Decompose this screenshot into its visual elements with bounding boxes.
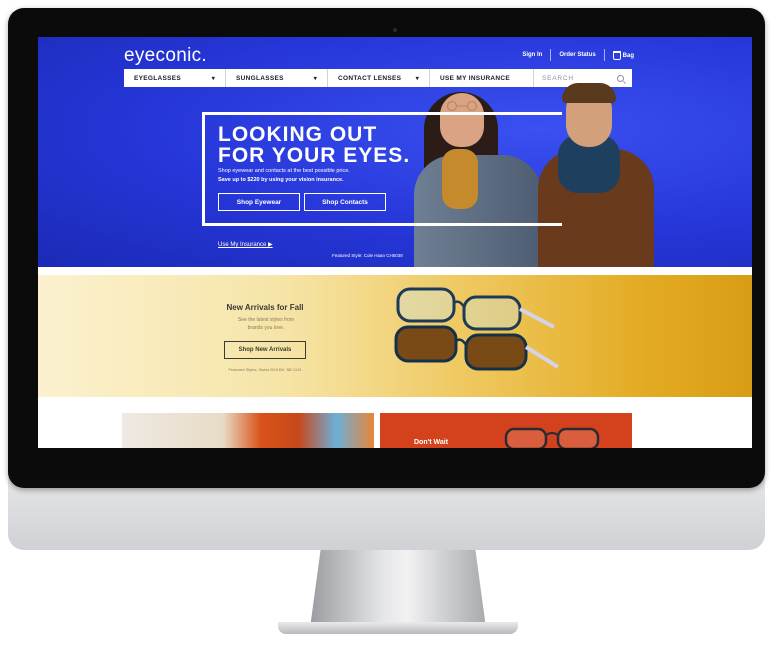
nav-sunglasses-label: SUNGLASSES [236,74,284,82]
bag-label: Bag [622,52,634,59]
search-placeholder: SEARCH [542,74,574,82]
promo-tile-left[interactable] [122,413,374,448]
top-links: Sign In Order Status Bag [522,49,634,61]
shop-contacts-button[interactable]: Shop Contacts [304,193,386,211]
shop-new-arrivals-button[interactable]: Shop New Arrivals [224,341,306,359]
chevron-down-icon: ▾ [313,75,317,82]
fall-subtitle: See the latest styles from brands you lo… [218,316,314,332]
eyeglasses-product-image [394,287,560,371]
divider [603,49,605,61]
camera-dot [393,28,397,32]
sign-in-link[interactable]: Sign In [522,52,542,58]
nav-use-my-insurance-label: USE MY INSURANCE [440,74,511,82]
site-logo[interactable]: eyeconic. [124,45,207,67]
hero-banner: eyeconic. Sign In Order Status Bag EYEGL… [38,37,752,267]
fall-subtitle-line2: brands you love. [247,325,285,331]
nav-sunglasses[interactable]: SUNGLASSES ▾ [226,69,328,87]
nav-contact-lenses[interactable]: CONTACT LENSES ▾ [328,69,430,87]
order-status-link[interactable]: Order Status [559,52,595,58]
hero-title-line1: LOOKING OUT [218,123,378,146]
featured-style-caption: Featured Style: Cole Haan CH5038 [332,253,403,258]
chevron-down-icon: ▾ [415,75,419,82]
divider [550,49,552,61]
fall-featured-caption: Featured Styles: Swiss BX5 BK, BB 1124 [228,367,302,372]
model-glasses-icon [446,101,478,111]
nav-use-my-insurance[interactable]: USE MY INSURANCE [430,69,534,87]
bag-link[interactable]: Bag [612,50,634,60]
monitor-foot [278,622,518,634]
website-screen: eyeconic. Sign In Order Status Bag EYEGL… [38,37,752,448]
use-my-insurance-link[interactable]: Use My Insurance ▶ [218,241,273,248]
nav-contact-lenses-label: CONTACT LENSES [338,74,402,82]
main-nav: EYEGLASSES ▾ SUNGLASSES ▾ CONTACT LENSES… [124,69,632,87]
chevron-down-icon: ▾ [211,75,215,82]
fall-subtitle-line1: See the latest styles from [237,317,295,323]
hero-title-line2: FOR YOUR EYES. [218,144,411,167]
hero-title: LOOKING OUT FOR YOUR EYES. [218,124,438,166]
hero-subtitle-line2: Save up to $220 by using your vision ins… [218,177,344,183]
hero-subtitle-line1: Shop eyewear and contacts at the best po… [218,168,350,174]
fall-arrivals-banner: New Arrivals for Fall See the latest sty… [38,275,752,397]
model-man-hair [562,83,616,103]
shop-eyewear-button[interactable]: Shop Eyewear [218,193,300,211]
nav-eyeglasses[interactable]: EYEGLASSES ▾ [124,69,226,87]
fall-title: New Arrivals for Fall [226,303,304,312]
hero-subtitle: Shop eyewear and contacts at the best po… [218,167,428,185]
promo-glasses-image [504,427,600,448]
monitor-stand [310,550,486,628]
search-icon[interactable] [617,74,624,82]
bag-icon [612,50,621,60]
nav-eyeglasses-label: EYEGLASSES [134,74,182,82]
promo-headline: Don't Wait [414,439,449,446]
